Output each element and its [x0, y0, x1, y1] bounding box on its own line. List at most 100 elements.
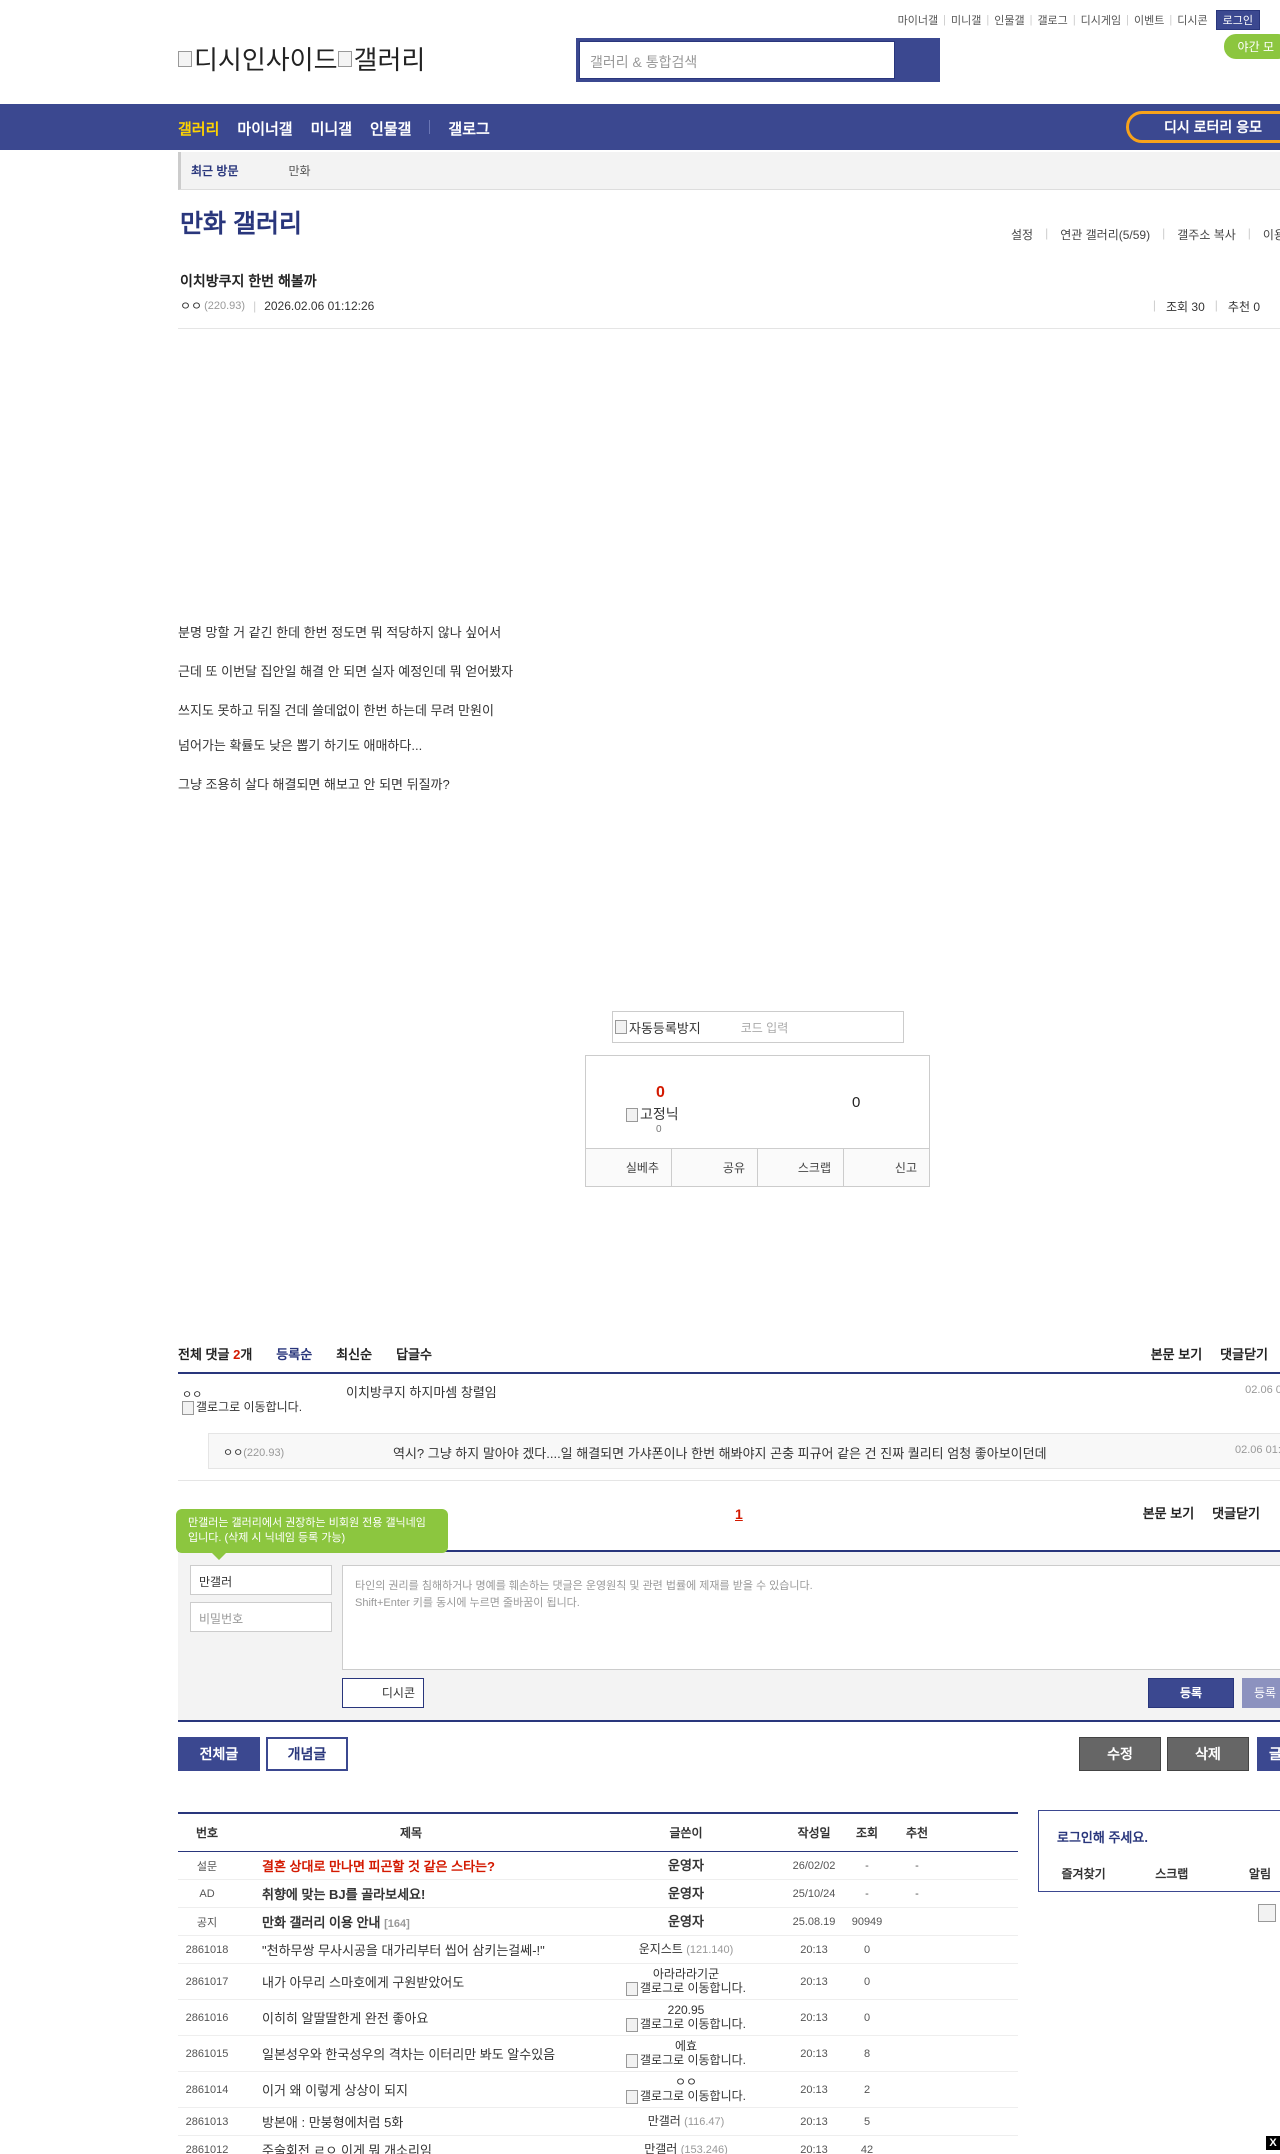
gallery-settings-link[interactable]: 설정 — [1011, 226, 1033, 243]
row-subject[interactable]: 이거 왜 이렇게 상상이 되지 — [236, 2080, 586, 2099]
util-link-minor[interactable]: 마이너갤 — [898, 12, 938, 28]
util-link-event[interactable]: 이벤트 — [1134, 12, 1164, 28]
night-mode-toggle[interactable]: 야간 모 — [1223, 34, 1280, 59]
row-subject[interactable]: 주술회전 ㄹㅇ 이게 뭐 개소리임 — [236, 2140, 586, 2154]
share-button[interactable]: 공유 — [672, 1149, 758, 1186]
lottery-button[interactable]: 디시 로터리 응모 — [1126, 111, 1280, 143]
reply-item: ㅇㅇ(220.93) 역시? 그냥 하지 말아야 겠다....일 해결되면 가샤… — [208, 1433, 1280, 1469]
table-row[interactable]: 2861014 이거 왜 이렇게 상상이 되지 ㅇㅇ 갤로그로 이동합니다. 20:13… — [178, 2072, 1018, 2108]
dccon-button[interactable]: 디시콘 — [342, 1678, 424, 1708]
nickname-field[interactable]: 만갤러 — [190, 1565, 332, 1595]
row-subject[interactable]: 일본성우와 한국성우의 격차는 이터리만 봐도 알수있음 — [236, 2044, 586, 2063]
close-comments-button[interactable]: 댓글닫기 — [1220, 1344, 1268, 1363]
site-logo[interactable]: 디시인사이드 갤러리 — [178, 40, 425, 77]
row-subject[interactable]: 만화 갤러리 이용 안내 [164] — [236, 1912, 586, 1931]
post-writer[interactable]: ㅇㅇ — [180, 297, 202, 314]
view-body-button[interactable]: 본문 보기 — [1143, 1503, 1194, 1522]
recent-visit-item[interactable]: 만화 — [289, 162, 311, 179]
submit-comment-button[interactable]: 등록 — [1148, 1678, 1234, 1708]
related-gallery-link[interactable]: 연관 갤러리(5/59) — [1060, 226, 1150, 243]
table-row[interactable]: 2861018 "천하무쌍 무사시공을 대가리부터 씹어 삼키는걸쎄-!" 운지스트… — [178, 1936, 1018, 1964]
row-writer[interactable]: ㅇㅇ — [586, 2075, 786, 2089]
fixed-nick-recommend[interactable]: 고정닉 — [626, 1104, 679, 1124]
favorites-link[interactable]: 즐겨찾기 — [1039, 1865, 1122, 1882]
row-subject[interactable]: 내가 아무리 스마호에게 구원받았어도 — [236, 1972, 586, 1991]
row-writer[interactable]: 운영자 — [668, 1914, 704, 1929]
usage-link[interactable]: 이용 — [1263, 226, 1280, 243]
submit-with-reply-button[interactable]: 등록 — [1242, 1678, 1280, 1708]
report-button[interactable]: 신고 — [844, 1149, 929, 1186]
table-row[interactable]: 2861017 내가 아무리 스마호에게 구원받았어도 아라라라기군 갤로그로 이동합… — [178, 1964, 1018, 2000]
scrap-button[interactable]: 스크랩 — [758, 1149, 844, 1186]
gallog-link[interactable]: 갤로그로 이동합니다. — [182, 1400, 312, 1415]
row-subject[interactable]: 결혼 상대로 만나면 피곤할 것 같은 스타는? — [236, 1856, 586, 1875]
util-link-game[interactable]: 디시게임 — [1081, 12, 1121, 28]
row-subject[interactable]: "천하무쌍 무사시공을 대가리부터 씹어 삼키는걸쎄-!" — [236, 1940, 586, 1959]
row-num: 2861017 — [185, 1975, 229, 1988]
search-input[interactable]: 갤러리 & 통합검색 — [579, 41, 895, 79]
row-views: 0 — [863, 2011, 871, 2024]
view-body-button[interactable]: 본문 보기 — [1151, 1344, 1202, 1363]
row-writer[interactable]: 아라라라기군 — [586, 1967, 786, 1981]
recommend-down-count[interactable]: 0 — [852, 1094, 860, 1111]
close-icon[interactable]: X — [1266, 2136, 1280, 2150]
row-subject[interactable]: 이히히 알딸딸한게 완전 좋아요 — [236, 2008, 586, 2027]
copy-url-link[interactable]: 갤주소 복사 — [1177, 226, 1236, 243]
table-row[interactable]: 공지 만화 갤러리 이용 안내 [164] 운영자 25.08.19 90949 — [178, 1908, 1018, 1936]
sort-latest[interactable]: 최신순 — [336, 1344, 372, 1363]
table-row[interactable]: 2861012 주술회전 ㄹㅇ 이게 뭐 개소리임 만갤러 (153.246) 20:… — [178, 2136, 1018, 2154]
login-prompt[interactable]: 로그인해 주세요. — [1057, 1827, 1148, 1846]
row-writer[interactable]: 만갤러 — [648, 2114, 681, 2128]
row-writer[interactable]: 운영자 — [668, 1858, 704, 1873]
side-banner[interactable] — [1258, 1904, 1278, 1922]
alarm-link[interactable]: 알림 — [1204, 1865, 1280, 1882]
search-button[interactable] — [895, 41, 937, 79]
gallog-link[interactable]: 갤로그로 이동합니다. — [586, 2017, 786, 2032]
gnb-gallog[interactable]: 갤로그 — [448, 118, 489, 139]
gnb-gallery[interactable]: 갤러리 — [178, 118, 219, 139]
best-posts-button[interactable]: 개념글 — [266, 1737, 348, 1771]
sort-registered[interactable]: 등록순 — [276, 1344, 312, 1363]
gallog-link[interactable]: 갤로그로 이동합니다. — [586, 2053, 786, 2068]
reply-nick[interactable]: ㅇㅇ(220.93) — [223, 1444, 284, 1460]
scrap-link[interactable]: 스크랩 — [1122, 1865, 1205, 1882]
recent-visit-title[interactable]: 최근 방문 — [191, 162, 239, 179]
util-link-mini[interactable]: 미니갤 — [951, 12, 981, 28]
row-writer[interactable]: 에효 — [586, 2039, 786, 2053]
row-views: 5 — [863, 2115, 871, 2128]
table-row[interactable]: 2861013 방본애 : 만붕형에처럼 5화 만갤러 (116.47) 20:13 5 — [178, 2108, 1018, 2136]
all-posts-button[interactable]: 전체글 — [178, 1737, 260, 1771]
comment-page-1[interactable]: 1 — [735, 1506, 743, 1522]
row-writer[interactable]: 운영자 — [668, 1886, 704, 1901]
silbe-button[interactable]: 실베추 — [586, 1149, 672, 1186]
table-row[interactable]: AD 취향에 맞는 BJ를 골라보세요! 운영자 25/10/24 - - — [178, 1880, 1018, 1908]
row-writer[interactable]: 220.95 — [586, 2003, 786, 2017]
row-writer[interactable]: 운지스트 — [639, 1942, 683, 1956]
comment-textarea[interactable]: 타인의 권리를 침해하거나 명예를 훼손하는 댓글은 운영원칙 및 관련 법률에… — [342, 1565, 1280, 1670]
password-field[interactable]: 비밀번호 — [190, 1602, 332, 1632]
gnb-person[interactable]: 인물갤 — [370, 118, 411, 139]
recommend-up-count[interactable]: 0 — [656, 1084, 665, 1102]
gnb-mini[interactable]: 미니갤 — [311, 118, 352, 139]
table-row[interactable]: 2861016 이히히 알딸딸한게 완전 좋아요 220.95 갤로그로 이동합니다.… — [178, 2000, 1018, 2036]
gallog-link[interactable]: 갤로그로 이동합니다. — [586, 2089, 786, 2104]
util-link-gallog[interactable]: 갤로그 — [1037, 12, 1067, 28]
edit-button[interactable]: 수정 — [1079, 1737, 1161, 1771]
util-link-person[interactable]: 인물갤 — [994, 12, 1024, 28]
captcha-input[interactable]: 코드 입력 — [741, 1019, 789, 1036]
row-subject-text: 만화 갤러리 이용 안내 — [262, 1915, 381, 1930]
util-link-dccon[interactable]: 디시콘 — [1177, 12, 1207, 28]
gallery-title[interactable]: 만화 갤러리 — [180, 204, 302, 240]
row-subject[interactable]: 방본애 : 만붕형에처럼 5화 — [236, 2112, 586, 2131]
row-subject[interactable]: 취향에 맞는 BJ를 골라보세요! — [236, 1884, 586, 1903]
delete-button[interactable]: 삭제 — [1167, 1737, 1249, 1771]
row-writer[interactable]: 만갤러 — [644, 2142, 677, 2154]
write-button[interactable]: 글 — [1257, 1737, 1280, 1771]
login-button[interactable]: 로그인 — [1215, 10, 1260, 30]
gnb-minor[interactable]: 마이너갤 — [237, 118, 292, 139]
sort-replies[interactable]: 답글수 — [396, 1344, 432, 1363]
table-row[interactable]: 설문 결혼 상대로 만나면 피곤할 것 같은 스타는? 운영자 26/02/02 - - — [178, 1852, 1018, 1880]
gallog-link[interactable]: 갤로그로 이동합니다. — [586, 1981, 786, 1996]
close-comments-button[interactable]: 댓글닫기 — [1212, 1503, 1260, 1522]
table-row[interactable]: 2861015 일본성우와 한국성우의 격차는 이터리만 봐도 알수있음 에효 갤로그… — [178, 2036, 1018, 2072]
